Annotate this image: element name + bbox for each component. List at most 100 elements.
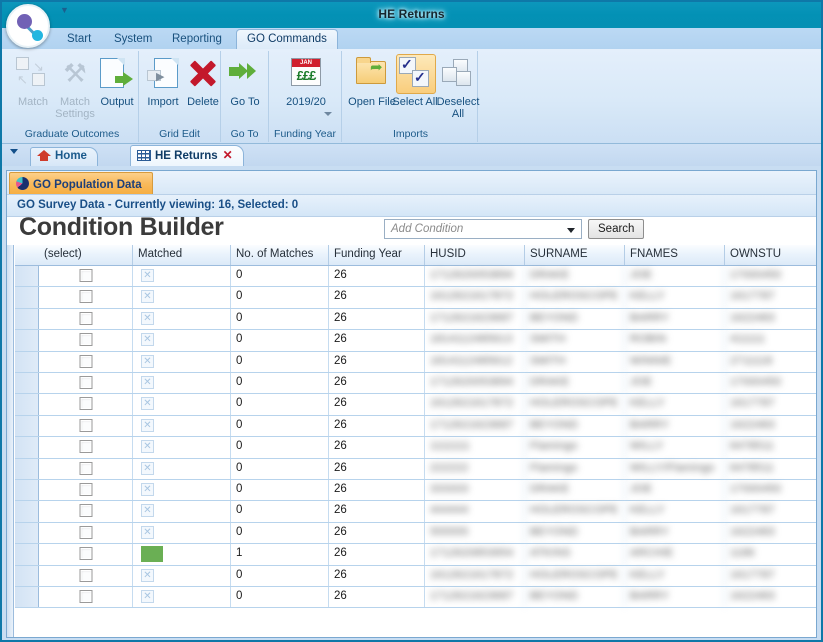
table-row[interactable]: ✕ 0 26 1612621617872 HOLEROSCOPE KELLY 1617787 — [15, 394, 816, 416]
status-badge-unmatched-icon: ✕ — [141, 483, 154, 496]
table-row[interactable]: ✕ 0 26 333333 DRAKE JOE 17000450 — [15, 480, 816, 502]
table-row[interactable]: ✕ 0 26 1712621623687 BEYOND BARRY 1622483 — [15, 308, 816, 331]
table-row[interactable]: ✕ 0 26 555555 BEYOND BARRY 1622483 — [15, 522, 816, 545]
table-row[interactable]: ✕ 0 26 1111111 Flamingo WILLY 6478511 — [15, 437, 816, 459]
row-select-cell[interactable] — [39, 565, 133, 586]
cell-year: 26 — [329, 266, 425, 287]
ribbon-button-output[interactable]: Output — [91, 54, 143, 108]
row-header-cell[interactable] — [15, 544, 39, 565]
grid-header-year[interactable]: Funding Year — [329, 245, 425, 265]
add-condition-dropdown[interactable]: Add Condition — [384, 219, 582, 239]
row-select-checkbox[interactable] — [79, 483, 92, 496]
row-select-checkbox[interactable] — [79, 354, 92, 368]
table-row[interactable]: ✕ 0 26 1814112485612 SMITH WINNIE 2711118 — [15, 351, 816, 373]
table-row[interactable]: ✕ 0 26 1712621623687 BEYOND BARRY 1622483 — [15, 415, 816, 438]
panel-sub-tab-strip: GO Population Data — [7, 171, 816, 195]
row-select-cell[interactable] — [39, 266, 133, 287]
chevron-down-icon[interactable] — [567, 228, 575, 233]
row-header-cell[interactable] — [15, 437, 39, 458]
table-row[interactable]: ✕ 0 26 1712621623687 BEYOND BARRY 1622483 — [15, 587, 816, 609]
chevron-down-icon[interactable]: ▼ — [60, 6, 69, 15]
document-tabs-caret-icon[interactable] — [10, 149, 18, 154]
row-select-checkbox[interactable] — [79, 290, 92, 304]
ribbon-tab-reporting[interactable]: Reporting — [162, 30, 232, 50]
row-header-cell[interactable] — [15, 266, 39, 287]
table-row[interactable]: ✕ 0 26 1712620053894 DRAKE JOE 17000450 — [15, 373, 816, 395]
table-row[interactable]: ✕ 0 26 1814112485613 SMITH ROBIN 411111 — [15, 330, 816, 352]
go-to-arrow-icon — [219, 54, 271, 94]
row-select-checkbox[interactable] — [79, 504, 92, 518]
ribbon-tab-go-commands[interactable]: GO Commands — [236, 29, 338, 51]
row-select-checkbox[interactable] — [79, 525, 92, 539]
grid-header-ownstu[interactable]: OWNSTU — [725, 245, 816, 265]
row-header-cell[interactable] — [15, 480, 39, 501]
row-select-cell[interactable] — [39, 287, 133, 308]
row-select-checkbox[interactable] — [79, 269, 92, 282]
row-header-cell[interactable] — [15, 522, 39, 544]
ribbon-button-go-to[interactable]: Go To — [219, 54, 271, 108]
row-header-cell[interactable] — [15, 394, 39, 415]
row-select-checkbox[interactable] — [79, 590, 92, 603]
row-select-cell[interactable] — [39, 308, 133, 330]
cell-ownstu: 6478511 — [725, 437, 816, 457]
row-select-cell[interactable] — [39, 480, 133, 501]
table-row[interactable]: ✕ 0 26 1612621617872 HOLEROSCOPE KELLY 1617787 — [15, 565, 816, 587]
row-header-cell[interactable] — [15, 501, 39, 522]
row-select-cell[interactable] — [39, 458, 133, 479]
sub-tab-go-population-data[interactable]: GO Population Data — [9, 172, 153, 194]
row-header-cell[interactable] — [15, 287, 39, 308]
row-select-cell[interactable] — [39, 544, 133, 565]
table-row[interactable]: ✕ 0 26 1612621617872 HOLEROSCOPE KELLY 1617787 — [15, 287, 816, 309]
row-header-cell[interactable] — [15, 587, 39, 608]
row-select-cell[interactable] — [39, 351, 133, 372]
row-select-checkbox[interactable] — [79, 333, 92, 347]
content-panel: GO Population Data GO Survey Data - Curr… — [6, 170, 817, 638]
grid-header-matched[interactable]: Matched — [133, 245, 231, 265]
document-tab-he-returns[interactable]: HE Returns ✕ — [130, 145, 244, 166]
row-select-checkbox[interactable] — [79, 440, 92, 454]
row-select-cell[interactable] — [39, 587, 133, 608]
row-header-cell[interactable] — [15, 415, 39, 437]
row-select-cell[interactable] — [39, 415, 133, 437]
table-row[interactable]: ✕ 0 26 222222 Flamingo WILLY/Flamingo 6478511 — [15, 458, 816, 480]
row-header-cell[interactable] — [15, 351, 39, 372]
grid-header-matches[interactable]: No. of Matches — [231, 245, 329, 265]
cell-fnames: BARRY — [625, 522, 725, 544]
table-row[interactable]: ✕ 0 26 444444 HOLEROSCOPE KELLY 1617787 — [15, 501, 816, 523]
row-header-cell[interactable] — [15, 458, 39, 479]
grid-header-fnames[interactable]: FNAMES — [625, 245, 725, 265]
row-header-cell[interactable] — [15, 565, 39, 586]
row-select-checkbox[interactable] — [79, 461, 92, 475]
ribbon-tab-start[interactable]: Start — [57, 30, 101, 50]
grid-header-select[interactable]: (select) — [39, 245, 133, 265]
ribbon-tab-system[interactable]: System — [104, 30, 162, 50]
row-select-cell[interactable] — [39, 373, 133, 394]
app-logo-icon[interactable] — [6, 4, 50, 48]
row-select-checkbox[interactable] — [79, 568, 92, 582]
row-header-cell[interactable] — [15, 308, 39, 330]
grid-header-surname[interactable]: SURNAME — [525, 245, 625, 265]
row-select-cell[interactable] — [39, 522, 133, 544]
row-header-cell[interactable] — [15, 330, 39, 351]
row-select-cell[interactable] — [39, 394, 133, 415]
table-row[interactable]: ✕ 0 26 1712620053894 DRAKE JOE 17000450 — [15, 266, 816, 288]
table-row[interactable]: 1 26 1712620853954 ATKINS ARCHIE 1186 — [15, 544, 816, 566]
funding-year-dropdown-caret-icon[interactable] — [324, 112, 332, 116]
document-tab-home[interactable]: Home — [30, 147, 98, 166]
cell-matches: 0 — [231, 351, 329, 372]
ribbon-button-funding-year[interactable]: JAN £££ 2019/20 — [278, 54, 334, 116]
row-select-checkbox[interactable] — [79, 397, 92, 411]
grid-header-husid[interactable]: HUSID — [425, 245, 525, 265]
row-select-cell[interactable] — [39, 330, 133, 351]
row-select-checkbox[interactable] — [79, 311, 92, 325]
row-select-checkbox[interactable] — [79, 547, 92, 561]
search-button[interactable]: Search — [588, 219, 645, 239]
ribbon-button-deselect-all[interactable]: Deselect All — [432, 54, 484, 120]
cell-matches: 0 — [231, 415, 329, 437]
row-select-cell[interactable] — [39, 501, 133, 522]
row-select-checkbox[interactable] — [79, 418, 92, 432]
row-select-cell[interactable] — [39, 437, 133, 458]
row-select-checkbox[interactable] — [79, 376, 92, 389]
close-icon[interactable]: ✕ — [223, 148, 233, 162]
row-header-cell[interactable] — [15, 373, 39, 394]
